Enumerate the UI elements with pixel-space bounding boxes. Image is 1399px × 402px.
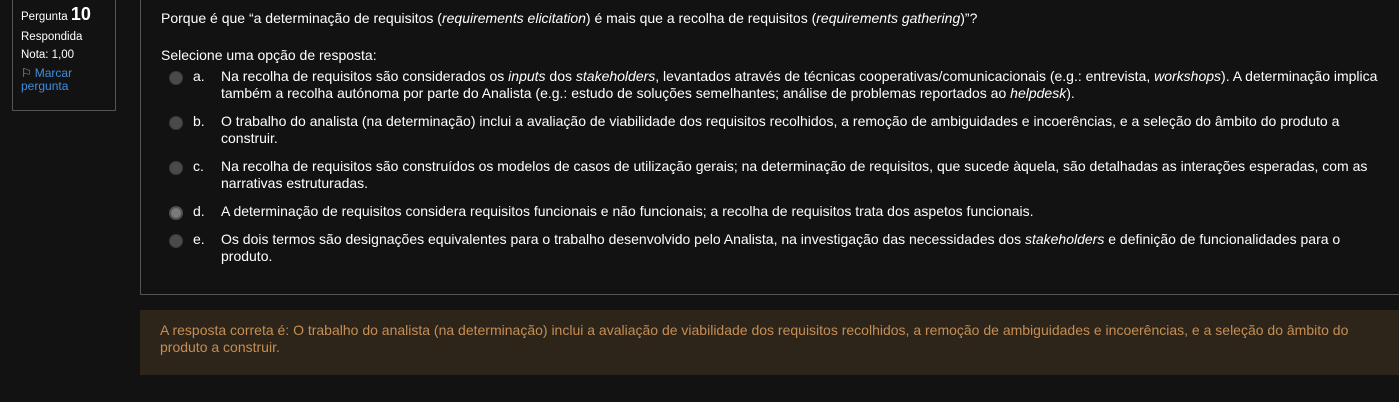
- answer-option[interactable]: a. Na recolha de requisitos são considera…: [169, 68, 1379, 102]
- text-segment: Na recolha de requisitos são construídos…: [221, 158, 1368, 191]
- answer-option[interactable]: b. O trabalho do analista (na determinaçã…: [169, 113, 1379, 147]
- text-segment: Porque é que “a determinação de requisit…: [161, 10, 442, 26]
- italic-term: requirements elicitation: [441, 10, 586, 26]
- radio-button[interactable]: [169, 234, 183, 248]
- option-text: Na recolha de requisitos são considerado…: [221, 68, 1379, 102]
- option-text: Os dois termos são designações equivalen…: [221, 231, 1379, 265]
- answer-option[interactable]: e. Os dois termos são designações equival…: [169, 231, 1379, 265]
- option-text: O trabalho do analista (na determinação)…: [221, 113, 1379, 147]
- radio-button[interactable]: [169, 161, 183, 175]
- radio-button[interactable]: [169, 116, 183, 130]
- option-text: A determinação de requisitos considera r…: [221, 203, 1379, 220]
- radio-button[interactable]: [169, 71, 183, 85]
- italic-term: requirements gathering: [816, 10, 961, 26]
- flag-question-link[interactable]: ⚐ Marcar pergunta: [21, 67, 107, 93]
- text-segment: O trabalho do analista (na determinação)…: [221, 113, 1340, 146]
- flag-icon: ⚐: [21, 66, 32, 80]
- correct-answer-feedback: A resposta correta é: O trabalho do anal…: [140, 310, 1399, 375]
- italic-term: stakeholders: [1024, 231, 1105, 247]
- option-letter: c.: [193, 158, 204, 174]
- question-number-value: 10: [70, 4, 91, 24]
- question-status: Respondida: [21, 31, 83, 43]
- radio-button[interactable]: [169, 206, 183, 220]
- text-segment: ) é mais que a recolha de requisitos (: [585, 10, 817, 26]
- text-segment: Os dois termos são designações equivalen…: [221, 231, 1025, 247]
- question-grade: Nota: 1,00: [21, 49, 75, 61]
- text-segment: )”?: [960, 10, 978, 26]
- question-info-panel: Pergunta 10 Respondida Nota: 1,00 ⚐ Marca…: [12, 0, 116, 111]
- italic-term: inputs: [508, 68, 546, 84]
- italic-term: helpdesk: [1010, 85, 1067, 101]
- option-text: Na recolha de requisitos são construídos…: [221, 158, 1379, 192]
- text-segment: dos: [545, 68, 576, 84]
- option-letter: d.: [193, 203, 205, 219]
- question-content: Porque é que “a determinação de requisit…: [140, 0, 1399, 295]
- text-segment: , levantados através de técnicas coopera…: [655, 68, 1155, 84]
- answer-option[interactable]: c. Na recolha de requisitos são construíd…: [169, 158, 1379, 192]
- option-letter: a.: [193, 68, 205, 84]
- option-letter: b.: [193, 113, 205, 129]
- answer-prompt: Selecione uma opção de resposta:: [161, 47, 377, 63]
- option-letter: e.: [193, 231, 205, 247]
- question-number: Pergunta 10: [21, 4, 107, 25]
- text-segment: Na recolha de requisitos são considerado…: [221, 68, 509, 84]
- italic-term: workshops: [1154, 68, 1222, 84]
- text-segment: A determinação de requisitos considera r…: [221, 203, 1034, 219]
- answer-option[interactable]: d. A determinação de requisitos considera…: [169, 203, 1379, 220]
- answer-list: a. Na recolha de requisitos são considera…: [169, 68, 1379, 276]
- question-text: Porque é que “a determinação de requisit…: [161, 10, 977, 27]
- italic-term: stakeholders: [575, 68, 656, 84]
- text-segment: ).: [1066, 85, 1075, 101]
- question-label: Pergunta: [21, 11, 68, 23]
